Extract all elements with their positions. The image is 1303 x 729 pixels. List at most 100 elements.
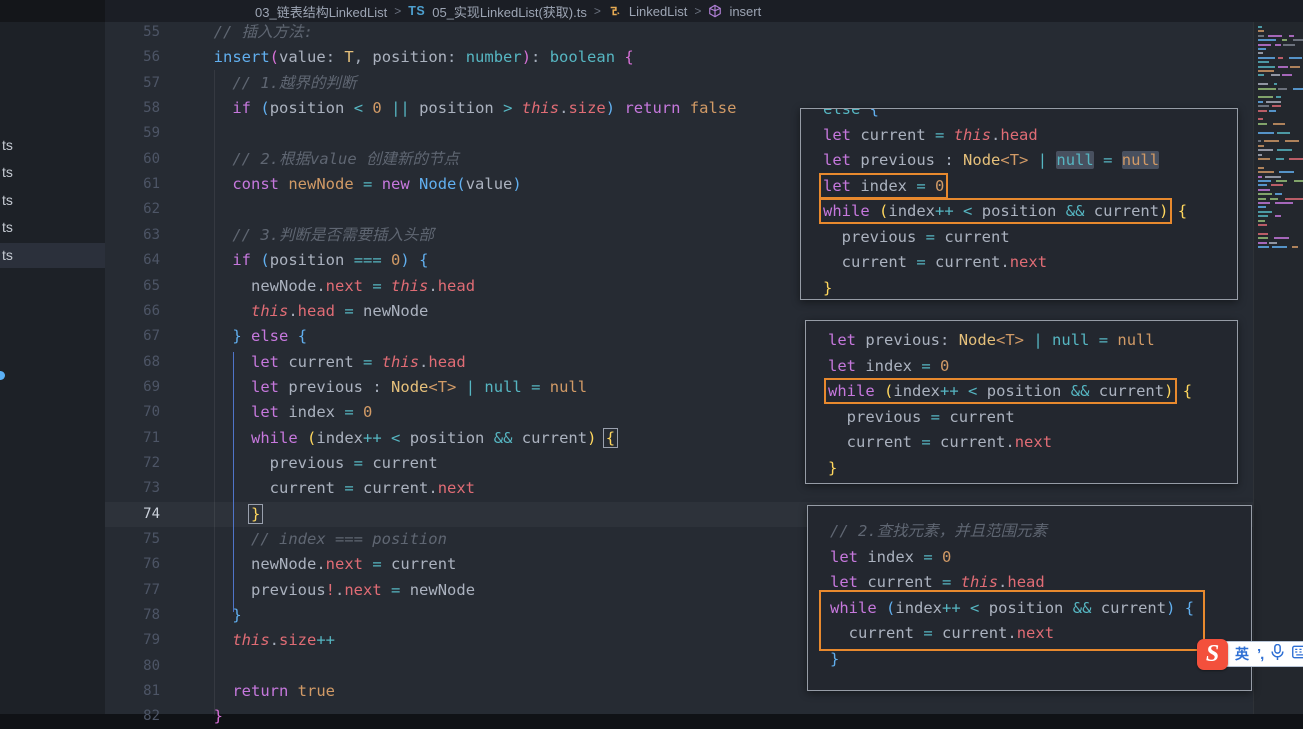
minimap-line	[1258, 237, 1268, 239]
punctuation-toggle-button[interactable]: ’,	[1257, 646, 1263, 663]
line-number[interactable]: 74	[105, 502, 160, 527]
code-line[interactable]: previous!.next = newNode	[195, 578, 475, 603]
sidebar-file-item-selected[interactable]: ts	[0, 243, 105, 268]
code-line[interactable]: this.size++	[195, 628, 335, 653]
line-number[interactable]: 72	[105, 451, 160, 476]
breadcrumb-file[interactable]: 05_实现LinkedList(获取).ts	[432, 2, 587, 21]
code-line[interactable]: else {	[823, 108, 879, 122]
code-line[interactable]: }	[195, 603, 242, 628]
code-line[interactable]: let index = 0	[828, 354, 949, 379]
code-line[interactable]: newNode.next = current	[195, 552, 456, 577]
overlay-panel-1: else {let current = this.headlet previou…	[800, 108, 1238, 300]
code-line[interactable]: }	[195, 502, 260, 527]
sogou-toolbar[interactable]: 英 ’,	[1224, 641, 1303, 667]
breadcrumb-class[interactable]: LinkedList	[629, 4, 688, 19]
line-number[interactable]: 65	[105, 274, 160, 299]
breadcrumb-bar: 03_链表结构LinkedList > TS 05_实现LinkedList(获…	[0, 0, 1303, 22]
line-number[interactable]: 68	[105, 350, 160, 375]
code-line[interactable]: }	[828, 456, 837, 481]
code-line[interactable]: let current = this.head	[195, 350, 466, 375]
minimap-line	[1258, 61, 1269, 63]
code-line[interactable]: current = current.next	[195, 476, 475, 501]
breadcrumb-folder[interactable]: 03_链表结构LinkedList	[255, 2, 387, 21]
line-number[interactable]: 80	[105, 654, 160, 679]
keyboard-icon[interactable]	[1292, 645, 1303, 664]
line-number[interactable]: 64	[105, 248, 160, 273]
line-number[interactable]: 58	[105, 96, 160, 121]
minimap-line	[1258, 149, 1273, 151]
line-number[interactable]: 70	[105, 400, 160, 425]
line-number[interactable]: 56	[105, 45, 160, 70]
line-number[interactable]: 69	[105, 375, 160, 400]
line-number[interactable]: 76	[105, 552, 160, 577]
line-number[interactable]: 77	[105, 578, 160, 603]
minimap-line	[1270, 198, 1279, 200]
minimap-line	[1258, 88, 1276, 90]
code-line[interactable]: let index = 0	[830, 545, 951, 570]
language-mode-button[interactable]: 英	[1235, 644, 1249, 664]
code-line[interactable]: this.head = newNode	[195, 299, 428, 324]
minimap-line	[1258, 123, 1267, 125]
line-number[interactable]: 82	[105, 704, 160, 729]
code-line[interactable]: // 2.根据value 创建新的节点	[195, 147, 459, 172]
minimap-line	[1258, 48, 1266, 50]
sidebar-file-item[interactable]: ts	[0, 215, 105, 240]
code-line[interactable]: current = current.next	[828, 430, 1052, 455]
line-number[interactable]: 75	[105, 527, 160, 552]
code-line[interactable]: let previous: Node<T> | null = null	[828, 328, 1155, 353]
code-line[interactable]: } else {	[195, 324, 307, 349]
line-number[interactable]: 60	[105, 147, 160, 172]
code-line[interactable]: while (index++ < position && current) {	[195, 426, 615, 451]
code-line[interactable]: // 1.越界的判断	[195, 71, 357, 96]
minimap-line	[1271, 184, 1284, 186]
line-number[interactable]: 59	[105, 121, 160, 146]
code-line[interactable]: newNode.next = this.head	[195, 274, 475, 299]
line-number[interactable]: 66	[105, 299, 160, 324]
code-line[interactable]: const newNode = new Node(value)	[195, 172, 522, 197]
code-line[interactable]: let previous : Node<T> | null = null	[195, 375, 587, 400]
line-number[interactable]: 73	[105, 476, 160, 501]
sogou-input-toolbar[interactable]: S 英 ’,	[1197, 637, 1303, 671]
minimap-line	[1293, 88, 1303, 90]
code-line[interactable]: let index = 0	[823, 174, 944, 199]
code-line[interactable]: return true	[195, 679, 335, 704]
line-number[interactable]: 81	[105, 679, 160, 704]
minimap[interactable]	[1253, 0, 1303, 714]
line-number[interactable]: 78	[105, 603, 160, 628]
code-line[interactable]: // index === position	[195, 527, 447, 552]
sogou-logo-icon[interactable]: S	[1197, 639, 1228, 670]
code-line[interactable]: let index = 0	[195, 400, 372, 425]
line-number[interactable]: 71	[105, 426, 160, 451]
sidebar-file-item[interactable]: ts	[0, 160, 105, 185]
code-line[interactable]: }	[823, 276, 832, 301]
line-number[interactable]: 63	[105, 223, 160, 248]
minimap-line	[1258, 224, 1267, 226]
line-number[interactable]: 61	[105, 172, 160, 197]
code-line[interactable]: let current = this.head	[823, 123, 1038, 148]
mic-icon[interactable]	[1271, 644, 1284, 665]
code-line[interactable]: // 3.判断是否需要插入头部	[195, 223, 434, 248]
sidebar-file-item[interactable]: ts	[0, 133, 105, 158]
code-line[interactable]: if (position < 0 || position > this.size…	[195, 96, 736, 121]
code-line[interactable]: insert(value: T, position: number): bool…	[195, 45, 634, 70]
code-line[interactable]: if (position === 0) {	[195, 248, 428, 273]
sidebar-file-item[interactable]: ts	[0, 188, 105, 213]
line-number[interactable]: 79	[105, 628, 160, 653]
code-line[interactable]: // 插入方法:	[195, 20, 313, 45]
line-number[interactable]: 57	[105, 71, 160, 96]
line-number[interactable]: 62	[105, 197, 160, 222]
breadcrumb-symbol[interactable]: insert	[729, 4, 761, 19]
code-line[interactable]: previous = current	[828, 405, 1015, 430]
code-line[interactable]: while (index++ < position && current) {	[823, 199, 1187, 224]
line-number[interactable]: 67	[105, 324, 160, 349]
code-line[interactable]: current = current.next	[823, 250, 1047, 275]
code-line[interactable]: let previous : Node<T> | null = null	[823, 148, 1159, 173]
code-line[interactable]: previous = current	[195, 451, 438, 476]
code-line[interactable]: while (index++ < position && current) {	[828, 379, 1192, 404]
line-number[interactable]: 55	[105, 20, 160, 45]
method-symbol-icon	[708, 4, 722, 18]
code-line[interactable]: }	[195, 704, 223, 729]
code-line[interactable]: // 2.查找元素，并且范围元素	[830, 519, 1047, 544]
code-line[interactable]: previous = current	[823, 225, 1010, 250]
minimap-line	[1278, 57, 1283, 59]
